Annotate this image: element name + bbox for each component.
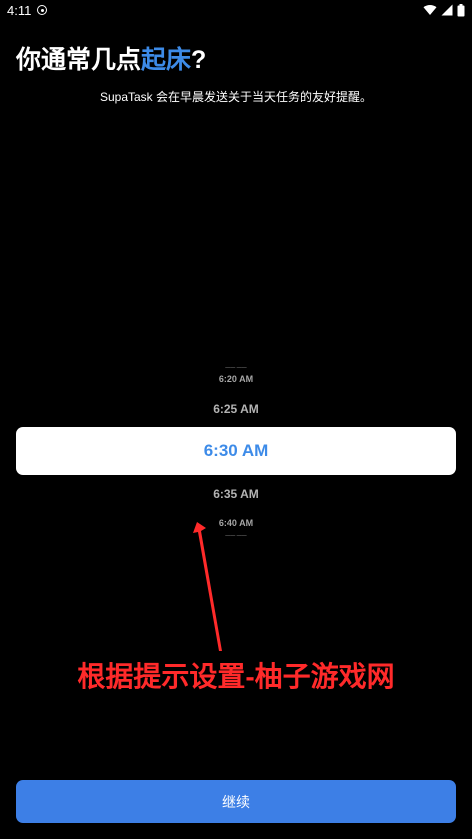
page-title: 你通常几点起床? — [16, 40, 206, 76]
title-accent: 起床 — [141, 46, 192, 74]
shield-icon — [37, 5, 48, 15]
title-prefix: 你通常几点 — [16, 46, 142, 74]
picker-option[interactable]: 6:25 AM — [0, 402, 472, 416]
status-bar: 4:11 — [0, 0, 472, 20]
battery-icon — [457, 3, 465, 16]
continue-button[interactable]: 继续 — [16, 780, 456, 823]
picker-option[interactable]: 6:20 AM — [0, 374, 472, 384]
page-subtitle: SupaTask 会在早晨发送关于当天任务的友好提醒。 — [99, 90, 373, 104]
picker-faded-tick: —— —— — [225, 533, 247, 539]
picker-selected-option[interactable]: 6:30 AM — [16, 427, 456, 475]
picker-selected-label: 6:30 AM — [203, 441, 269, 460]
picker-faded-tick: —— —— — [225, 365, 247, 371]
title-suffix: ? — [191, 46, 207, 74]
status-right — [423, 3, 465, 17]
signal-icon — [441, 4, 453, 16]
watermark-text: 根据提示设置-柚子游戏网 — [77, 661, 395, 692]
picker-option[interactable]: 6:35 AM — [0, 487, 472, 501]
status-left: 4:11 — [7, 2, 48, 18]
wifi-icon — [423, 4, 437, 15]
status-time: 4:11 — [7, 2, 32, 18]
picker-option[interactable]: 6:40 AM — [0, 518, 472, 528]
